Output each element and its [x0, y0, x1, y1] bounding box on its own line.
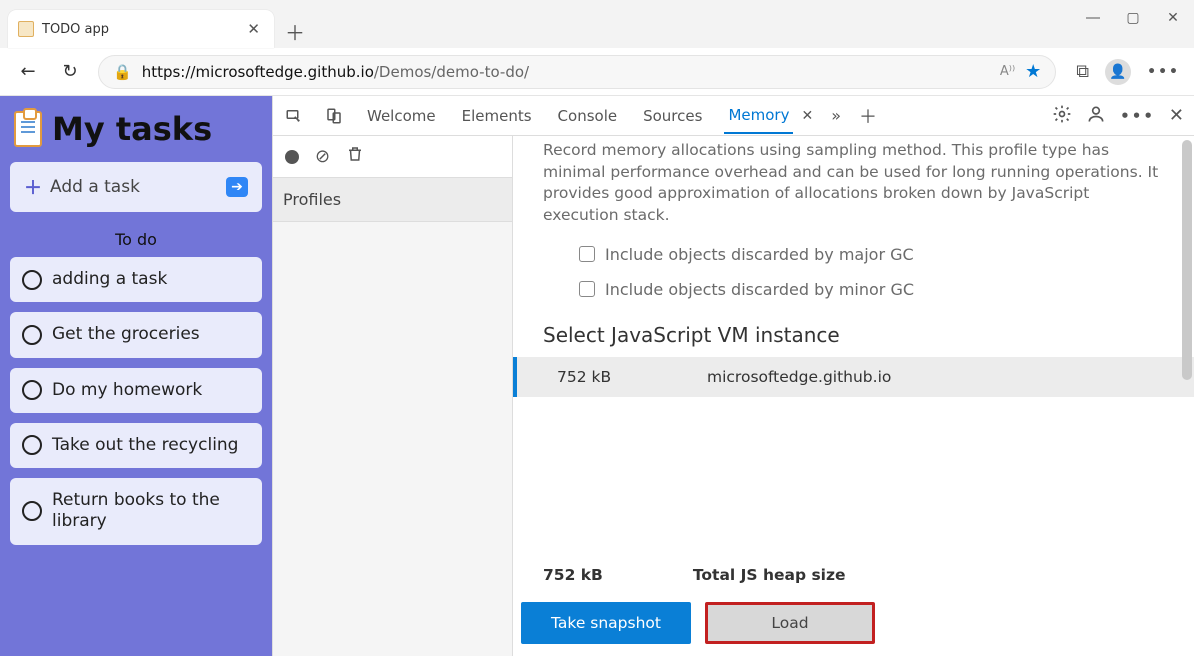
task-item[interactable]: Get the groceries: [10, 312, 262, 357]
task-checkbox[interactable]: [22, 325, 42, 345]
task-text: Do my homework: [52, 380, 202, 401]
add-task-placeholder: Add a task: [50, 177, 140, 197]
address-bar[interactable]: 🔒 https://microsoftedge.github.io/Demos/…: [98, 55, 1056, 89]
device-toggle-icon[interactable]: [323, 105, 345, 127]
minimize-button[interactable]: ―: [1084, 10, 1102, 26]
tab-welcome[interactable]: Welcome: [363, 99, 440, 133]
checkbox-icon[interactable]: [579, 246, 595, 262]
tab-sources[interactable]: Sources: [639, 99, 706, 133]
close-window-button[interactable]: ✕: [1164, 10, 1182, 26]
checkbox-icon[interactable]: [579, 281, 595, 297]
plus-icon: ＋: [24, 174, 42, 200]
checkbox-minor-gc[interactable]: Include objects discarded by minor GC: [543, 280, 1164, 299]
take-snapshot-button[interactable]: Take snapshot: [521, 602, 691, 644]
checkbox-major-gc[interactable]: Include objects discarded by major GC: [543, 245, 1164, 264]
checkbox-label: Include objects discarded by minor GC: [605, 280, 914, 299]
tab-favicon: [18, 21, 34, 37]
close-tab-icon[interactable]: ✕: [243, 20, 264, 38]
browser-menu-icon[interactable]: •••: [1147, 64, 1180, 80]
load-button[interactable]: Load: [705, 602, 875, 644]
task-item[interactable]: Take out the recycling: [10, 423, 262, 468]
tab-memory[interactable]: Memory: [724, 98, 793, 134]
heap-size-value: 752 kB: [543, 566, 603, 584]
task-text: Take out the recycling: [52, 435, 238, 456]
inspect-icon[interactable]: [283, 105, 305, 127]
new-tab-button[interactable]: ＋: [278, 14, 312, 48]
task-checkbox[interactable]: [22, 501, 42, 521]
task-item[interactable]: adding a task: [10, 257, 262, 302]
profile-avatar[interactable]: 👤: [1105, 59, 1131, 85]
task-checkbox[interactable]: [22, 380, 42, 400]
tabs-overflow-icon[interactable]: »: [831, 106, 841, 125]
collections-icon[interactable]: ⧉: [1076, 61, 1089, 82]
tab-close-icon[interactable]: ✕: [801, 108, 813, 124]
page-title: My tasks: [52, 110, 212, 148]
devtools-panel: Welcome Elements Console Sources Memory …: [272, 96, 1194, 656]
devtools-menu-icon[interactable]: •••: [1120, 107, 1155, 125]
vm-origin: microsoftedge.github.io: [707, 368, 891, 386]
clipboard-icon: [14, 111, 42, 147]
browser-tab[interactable]: TODO app ✕: [8, 10, 274, 48]
task-item[interactable]: Return books to the library: [10, 478, 262, 545]
back-button[interactable]: ←: [14, 58, 42, 86]
vm-instance-row[interactable]: 752 kB microsoftedge.github.io: [513, 357, 1194, 397]
maximize-button[interactable]: ▢: [1124, 10, 1142, 26]
add-task-input[interactable]: ＋ Add a task ➔: [10, 162, 262, 212]
task-text: Return books to the library: [52, 490, 250, 533]
memory-description: Record memory allocations using sampling…: [543, 136, 1164, 237]
refresh-button[interactable]: ↻: [56, 58, 84, 86]
feedback-icon[interactable]: [1086, 104, 1106, 128]
scrollbar-track[interactable]: [1178, 136, 1194, 656]
task-checkbox[interactable]: [22, 270, 42, 290]
favorite-icon[interactable]: ★: [1025, 61, 1041, 82]
record-icon[interactable]: [285, 150, 299, 164]
scrollbar-thumb[interactable]: [1182, 140, 1192, 380]
tab-console[interactable]: Console: [554, 99, 622, 133]
add-tab-icon[interactable]: ＋: [859, 103, 877, 129]
settings-gear-icon[interactable]: [1052, 104, 1072, 128]
task-item[interactable]: Do my homework: [10, 368, 262, 413]
devtools-close-icon[interactable]: ✕: [1169, 105, 1184, 126]
tab-elements[interactable]: Elements: [458, 99, 536, 133]
url-text: https://microsoftedge.github.io/Demos/de…: [142, 63, 529, 81]
heap-size-label: Total JS heap size: [693, 566, 846, 584]
site-lock-icon[interactable]: 🔒: [113, 63, 132, 81]
checkbox-label: Include objects discarded by major GC: [605, 245, 914, 264]
profiles-heading: Profiles: [273, 178, 512, 222]
section-label: To do: [10, 230, 262, 249]
delete-icon[interactable]: [346, 145, 364, 168]
task-text: adding a task: [52, 269, 167, 290]
todo-app-pane: My tasks ＋ Add a task ➔ To do adding a t…: [0, 96, 272, 656]
submit-arrow-icon[interactable]: ➔: [226, 177, 248, 197]
task-checkbox[interactable]: [22, 435, 42, 455]
tab-title: TODO app: [42, 22, 243, 37]
vm-size: 752 kB: [557, 368, 707, 386]
clear-icon[interactable]: ⊘: [315, 146, 330, 167]
read-aloud-icon[interactable]: A⁾⁾: [1000, 64, 1015, 79]
task-text: Get the groceries: [52, 324, 200, 345]
vm-heading: Select JavaScript VM instance: [543, 323, 1164, 347]
